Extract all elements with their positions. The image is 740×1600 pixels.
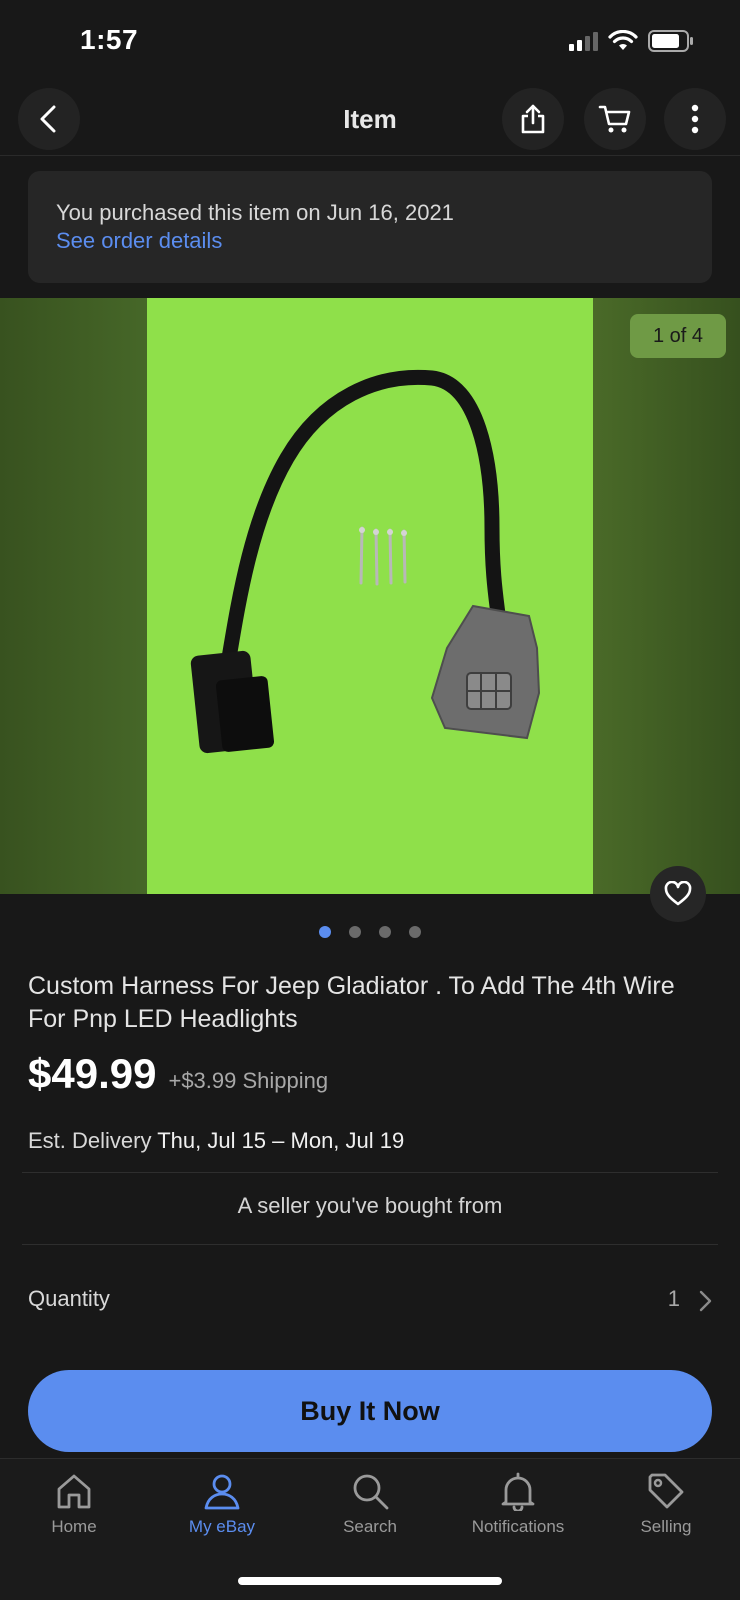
- product-photo[interactable]: [147, 298, 593, 894]
- item-title: Custom Harness For Jeep Gladiator . To A…: [28, 972, 675, 1033]
- top-nav: Item: [0, 88, 740, 156]
- shipping-cost: +$3.99 Shipping: [168, 1068, 329, 1093]
- cellular-signal-icon: [569, 31, 598, 51]
- quantity-value: 1: [667, 1286, 680, 1311]
- cart-icon: [598, 105, 631, 133]
- previous-image-peek: [0, 298, 147, 894]
- tab-label: Selling: [640, 1517, 692, 1536]
- delivery-label: Est. Delivery: [28, 1128, 152, 1153]
- tab-label: Home: [51, 1517, 97, 1536]
- cart-button[interactable]: [584, 88, 646, 150]
- tab-label: My eBay: [188, 1517, 256, 1536]
- divider: [22, 1244, 718, 1245]
- share-icon: [521, 104, 545, 134]
- home-icon: [57, 1474, 91, 1509]
- back-chevron-icon: [40, 105, 56, 133]
- price-row: $49.99 +$3.99 Shipping: [28, 1050, 328, 1098]
- seller-note: A seller you've bought from: [237, 1193, 503, 1218]
- buy-it-now-button[interactable]: Buy It Now: [28, 1370, 712, 1452]
- more-options-button[interactable]: [664, 88, 726, 150]
- more-vertical-icon: [691, 104, 699, 134]
- wifi-icon: [608, 30, 638, 50]
- status-icons: [569, 30, 694, 52]
- bell-icon: [501, 1472, 535, 1511]
- wire-harness-image: [190, 369, 541, 754]
- pagination-dot[interactable]: [319, 926, 331, 938]
- tab-label: Search: [343, 1517, 397, 1536]
- item-price: $49.99: [28, 1050, 157, 1097]
- home-indicator: [238, 1577, 502, 1585]
- divider: [22, 1172, 718, 1173]
- battery-icon: [648, 30, 693, 52]
- person-icon: [204, 1474, 240, 1510]
- purchase-date-text: You purchased this item on Jun 16, 2021: [56, 200, 454, 225]
- share-button[interactable]: [502, 88, 564, 150]
- status-bar: 1:57: [0, 0, 740, 84]
- tag-icon: [648, 1473, 684, 1509]
- back-button[interactable]: [18, 88, 80, 150]
- tab-label: Notifications: [471, 1517, 565, 1536]
- image-counter: 1 of 4: [630, 314, 726, 358]
- purchase-banner: You purchased this item on Jun 16, 2021 …: [28, 171, 712, 283]
- tab-home[interactable]: Home: [0, 1459, 148, 1600]
- pagination-dot[interactable]: [409, 926, 421, 938]
- image-gallery[interactable]: 1 of 4: [0, 298, 740, 894]
- gallery-pagination: [0, 926, 740, 942]
- tab-selling[interactable]: Selling: [592, 1459, 740, 1600]
- estimated-delivery: Est. Delivery Thu, Jul 15 – Mon, Jul 19: [28, 1128, 404, 1154]
- delivery-dates: Thu, Jul 15 – Mon, Jul 19: [157, 1128, 405, 1153]
- chevron-right-icon: [699, 1290, 712, 1312]
- order-details-link[interactable]: See order details: [56, 227, 684, 255]
- pagination-dot[interactable]: [379, 926, 391, 938]
- next-image-peek: [593, 298, 740, 894]
- quantity-label: Quantity: [28, 1286, 110, 1311]
- heart-icon: [664, 881, 692, 906]
- search-icon: [353, 1474, 389, 1510]
- status-time: 1:57: [80, 24, 139, 55]
- pagination-dot[interactable]: [349, 926, 361, 938]
- quantity-row[interactable]: Quantity 1: [0, 1264, 740, 1334]
- watch-button[interactable]: [650, 866, 706, 922]
